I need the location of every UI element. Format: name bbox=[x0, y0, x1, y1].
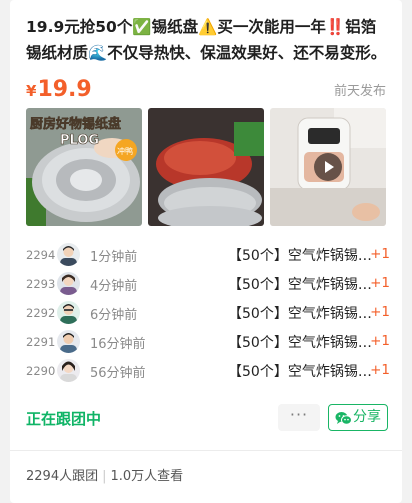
quantity-plus: +1 bbox=[370, 333, 390, 349]
divider bbox=[10, 450, 402, 451]
join-time: 4分钟前 bbox=[90, 279, 138, 294]
join-time: 6分钟前 bbox=[90, 308, 138, 323]
product-name: 【50个】空气炸锅锡纸盘 bbox=[228, 248, 372, 264]
avatar bbox=[57, 359, 80, 382]
joined-count: 2294人跟团 bbox=[26, 469, 99, 484]
avatar bbox=[57, 301, 80, 324]
thumbnail-overlay-title: 厨房好物锡纸盘 bbox=[30, 116, 121, 132]
view-count: 1.0万人查看 bbox=[110, 469, 184, 484]
posted-time: 前天发布 bbox=[333, 84, 386, 99]
group-buy-card[interactable]: 19.9元抢50个✅锡纸盘⚠️买一次能用一年‼️铝箔锡纸材质🌊不仅导热快、保温效… bbox=[10, 0, 402, 503]
product-name: 【50个】空气炸锅锡纸盘 bbox=[228, 364, 372, 380]
play-icon[interactable] bbox=[314, 153, 342, 181]
join-time: 16分钟前 bbox=[90, 337, 146, 352]
product-name: 【50个】空气炸锅锡纸盘 bbox=[228, 306, 372, 322]
thumbnail-badge: 冲鸭 bbox=[117, 146, 133, 156]
product-name: 【50个】空气炸锅锡纸盘 bbox=[228, 335, 372, 351]
quantity-plus: +1 bbox=[370, 304, 390, 320]
order-number: 2292 bbox=[26, 306, 56, 320]
product-name: 【50个】空气炸锅锡纸盘 bbox=[228, 277, 372, 293]
share-button[interactable]: 分享 bbox=[328, 404, 388, 431]
list-item[interactable]: 2291 16分钟前 【50个】空气炸锅锡纸盘 +1 bbox=[26, 327, 390, 357]
image-gallery: 厨房好物锡纸盘 PLOG 冲鸭 bbox=[26, 108, 386, 226]
thumbnail-overlay-subtitle: PLOG bbox=[60, 133, 99, 148]
join-time: 1分钟前 bbox=[90, 250, 138, 265]
avatar bbox=[57, 243, 80, 266]
price: ¥19.9 bbox=[26, 76, 92, 105]
order-number: 2291 bbox=[26, 335, 56, 349]
list-item[interactable]: 2293 4分钟前 【50个】空气炸锅锡纸盘 +1 bbox=[26, 269, 390, 299]
order-number: 2294 bbox=[26, 248, 56, 262]
post-title[interactable]: 19.9元抢50个✅锡纸盘⚠️买一次能用一年‼️铝箔锡纸材质🌊不仅导热快、保温效… bbox=[26, 14, 390, 66]
thumbnail-foil-tray[interactable]: 厨房好物锡纸盘 PLOG 冲鸭 bbox=[26, 108, 142, 226]
join-time: 56分钟前 bbox=[90, 366, 146, 381]
more-button[interactable]: ··· bbox=[278, 404, 320, 431]
list-item[interactable]: 2290 56分钟前 【50个】空气炸锅锡纸盘 +1 bbox=[26, 356, 390, 386]
stats-separator: | bbox=[102, 469, 107, 484]
avatar bbox=[57, 272, 80, 295]
wechat-icon bbox=[335, 410, 352, 435]
price-symbol: ¥ bbox=[26, 82, 37, 100]
quantity-plus: +1 bbox=[370, 246, 390, 262]
price-value: 19.9 bbox=[37, 77, 92, 102]
quantity-plus: +1 bbox=[370, 362, 390, 378]
list-item[interactable]: 2294 1分钟前 【50个】空气炸锅锡纸盘 +1 bbox=[26, 240, 390, 270]
thumbnail-air-fryer-video[interactable] bbox=[270, 108, 386, 226]
group-stats: 2294人跟团 | 1.0万人查看 bbox=[26, 465, 183, 484]
avatar bbox=[57, 330, 80, 353]
order-number: 2293 bbox=[26, 277, 56, 291]
share-label: 分享 bbox=[353, 409, 381, 425]
following-status[interactable]: 正在跟团中 bbox=[26, 408, 101, 429]
quantity-plus: +1 bbox=[370, 275, 390, 291]
list-item[interactable]: 2292 6分钟前 【50个】空气炸锅锡纸盘 +1 bbox=[26, 298, 390, 328]
order-number: 2290 bbox=[26, 364, 56, 378]
thumbnail-crayfish[interactable] bbox=[148, 108, 264, 226]
